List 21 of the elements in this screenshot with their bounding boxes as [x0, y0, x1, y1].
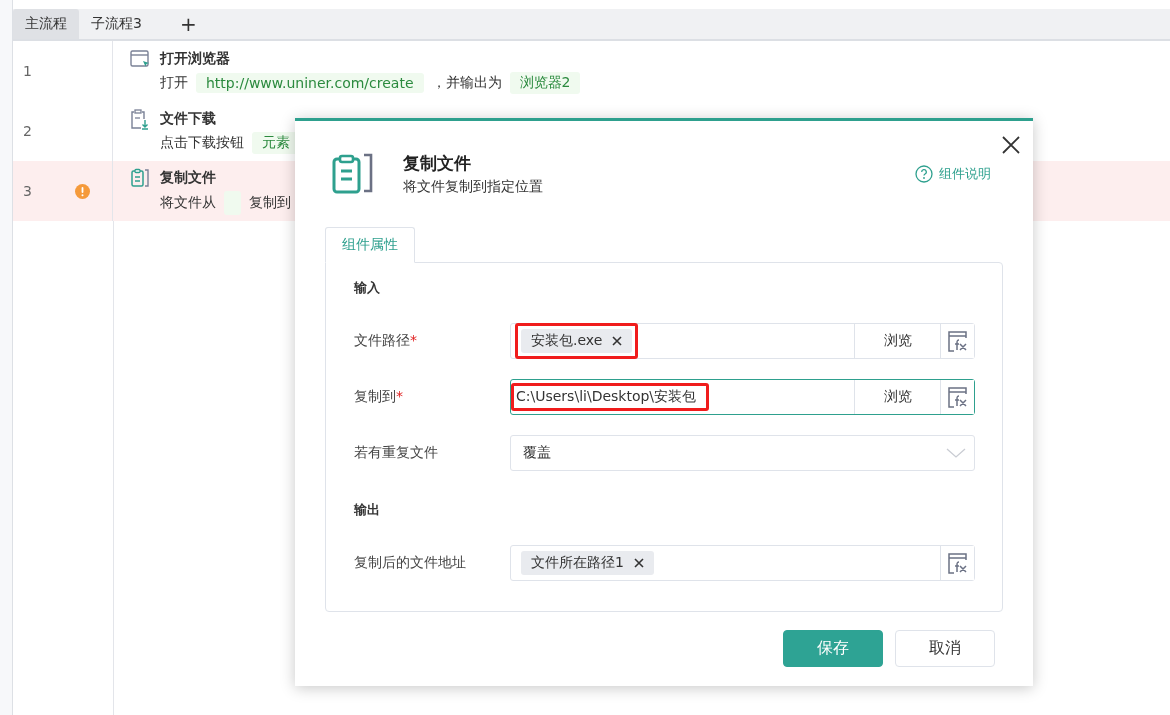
- step-text: ，并输出为: [431, 74, 502, 92]
- section-heading: 输出: [354, 501, 381, 519]
- step-title: 复制文件: [160, 169, 216, 187]
- dialog-subtitle: 将文件复制到指定位置: [403, 178, 544, 196]
- field-label: 复制后的文件地址: [354, 554, 467, 572]
- field-value: C:\Users\li\Desktop\安装包: [516, 388, 697, 406]
- step-number: 3: [23, 183, 33, 199]
- step-title: 文件下载: [160, 110, 216, 128]
- field-label: 若有重复文件: [354, 444, 439, 462]
- step-text: 点击下载按钮: [160, 134, 244, 152]
- dialog-title: 复制文件: [403, 152, 472, 175]
- select-value: 覆盖: [522, 444, 551, 462]
- step-text: 将文件从: [160, 194, 216, 212]
- section-heading: 输入: [354, 279, 381, 297]
- field-label: 复制到*: [354, 388, 404, 406]
- step-number: 2: [23, 123, 33, 139]
- step-text: 复制到: [249, 194, 291, 212]
- field-label: 文件路径*: [354, 332, 418, 350]
- step-number: 1: [23, 63, 33, 79]
- step-text: 打开: [160, 74, 188, 92]
- step-title: 打开浏览器: [160, 50, 230, 68]
